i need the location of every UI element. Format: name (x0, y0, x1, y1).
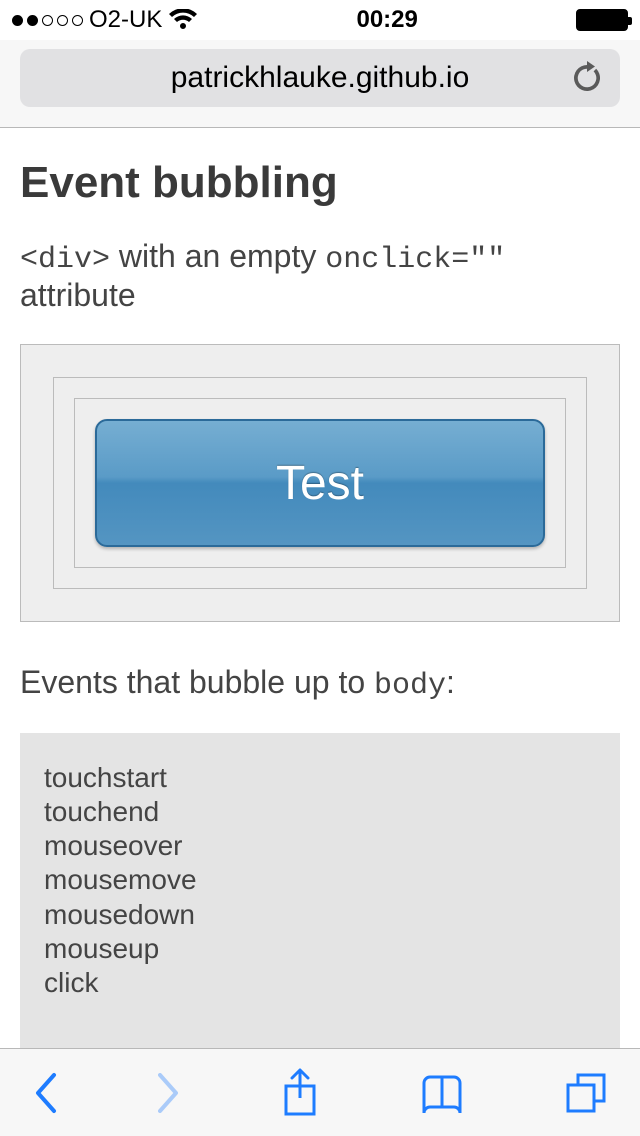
browser-address-bar: patrickhlauke.github.io (0, 40, 640, 128)
log-line: touchstart (44, 761, 596, 795)
log-line: click (44, 966, 596, 1000)
nested-div-middle[interactable]: Test (53, 377, 587, 589)
status-bar: O2-UK 00:29 (0, 0, 640, 40)
log-line: mousedown (44, 898, 596, 932)
page-content[interactable]: Event bubbling <div> with an empty oncli… (0, 128, 640, 1048)
browser-toolbar (0, 1048, 640, 1136)
reload-button[interactable] (572, 61, 602, 95)
log-line: mousemove (44, 863, 596, 897)
subtitle-code-2: onclick="" (325, 243, 505, 277)
nested-div-inner[interactable]: Test (74, 398, 566, 568)
signal-strength-icon (12, 15, 83, 26)
tabs-button[interactable] (564, 1071, 608, 1115)
wifi-icon (168, 9, 198, 31)
subtitle-code-1: <div> (20, 243, 110, 277)
clock: 00:29 (356, 6, 417, 34)
nested-div-outer[interactable]: Test (20, 344, 620, 622)
forward-button (156, 1071, 182, 1115)
test-button[interactable]: Test (95, 419, 545, 547)
log-line: mouseover (44, 829, 596, 863)
log-line: touchend (44, 795, 596, 829)
url-text: patrickhlauke.github.io (171, 61, 470, 95)
battery-icon (576, 9, 628, 31)
event-log: touchstart touchend mouseover mousemove … (20, 733, 620, 1048)
page-title: Event bubbling (20, 158, 620, 208)
page-subtitle: <div> with an empty onclick="" attribute (20, 238, 620, 314)
status-left: O2-UK (12, 6, 198, 34)
back-button[interactable] (32, 1071, 58, 1115)
share-button[interactable] (280, 1068, 320, 1118)
carrier-label: O2-UK (89, 6, 162, 34)
events-label: Events that bubble up to body: (20, 664, 620, 703)
log-line: mouseup (44, 932, 596, 966)
url-field[interactable]: patrickhlauke.github.io (20, 49, 620, 107)
bookmarks-button[interactable] (418, 1073, 466, 1113)
events-label-code: body (374, 669, 446, 703)
